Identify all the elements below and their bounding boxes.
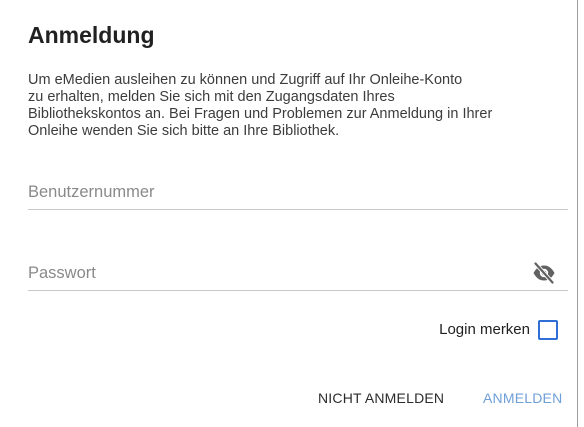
login-button[interactable]: ANMELDEN xyxy=(483,390,562,406)
eye-off-icon[interactable] xyxy=(532,262,556,284)
cancel-button[interactable]: NICHT ANMELDEN xyxy=(318,390,444,406)
login-dialog: Anmeldung Um eMedien ausleihen zu können… xyxy=(0,0,584,427)
dialog-edge xyxy=(577,0,578,427)
username-input[interactable] xyxy=(28,180,508,204)
remember-login-checkbox[interactable] xyxy=(538,320,558,340)
password-input[interactable] xyxy=(28,261,508,285)
username-field xyxy=(28,174,568,210)
password-field xyxy=(28,255,568,291)
remember-login-label: Login merken xyxy=(439,321,530,338)
dialog-message: Um eMedien ausleihen zu können und Zugri… xyxy=(28,72,493,139)
remember-login-row[interactable]: Login merken xyxy=(400,318,560,344)
dialog-title: Anmeldung xyxy=(28,22,155,48)
